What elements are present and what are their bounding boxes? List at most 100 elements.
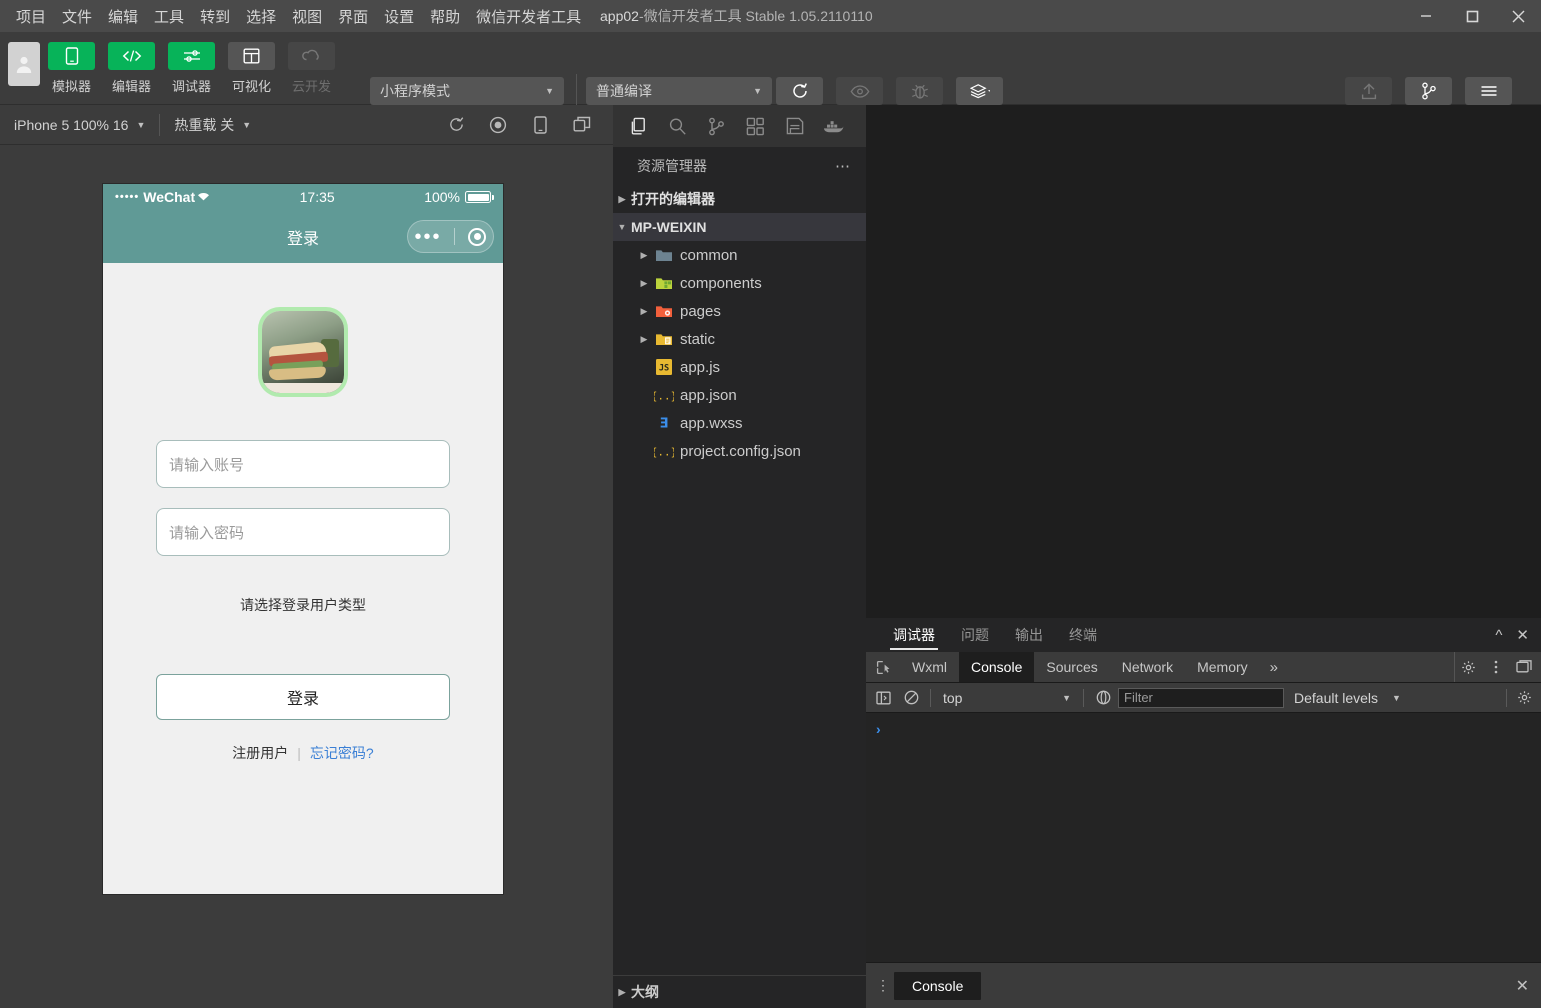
devtools-tab-network[interactable]: Network: [1110, 652, 1185, 682]
drawer-close-icon[interactable]: ✕: [1516, 976, 1541, 996]
tree-item-app-js[interactable]: JS app.js: [613, 353, 866, 381]
capsule-close-icon[interactable]: [468, 227, 487, 246]
toolbar-label-visualization: 可视化: [231, 79, 271, 94]
record-icon[interactable]: [477, 110, 519, 140]
devtools-tab-memory[interactable]: Memory: [1185, 652, 1260, 682]
tab-terminal[interactable]: 终端: [1056, 618, 1110, 652]
console-toolbar-right: [1502, 685, 1537, 711]
tab-debugger[interactable]: 调试器: [880, 618, 948, 652]
forgot-password-link[interactable]: 忘记密码?: [310, 743, 374, 763]
console-context-select[interactable]: top ▼: [937, 690, 1077, 706]
console-settings-gear-icon[interactable]: [1511, 685, 1537, 711]
minimize-button[interactable]: [1403, 0, 1449, 32]
account-input[interactable]: 请输入账号: [156, 440, 450, 488]
search-icon[interactable]: [662, 111, 693, 142]
open-editors-section[interactable]: ▶ 打开的编辑器: [613, 185, 866, 213]
avatar[interactable]: [8, 42, 40, 86]
menu-item-interface[interactable]: 界面: [330, 2, 376, 31]
toolbar-button-simulator[interactable]: 模拟器: [48, 42, 95, 95]
gear-icon[interactable]: [1455, 652, 1481, 683]
kebab-menu-icon[interactable]: [1483, 652, 1509, 683]
project-root-section[interactable]: ▼ MP-WEIXIN: [613, 213, 866, 241]
console-sidebar-toggle-icon[interactable]: [870, 685, 896, 711]
console-filter-input[interactable]: Filter: [1118, 687, 1284, 708]
drawer-kebab-icon[interactable]: ⋮: [872, 978, 894, 992]
eye-icon: [836, 77, 883, 105]
wechat-capsule[interactable]: •••: [407, 220, 494, 253]
password-input[interactable]: 请输入密码: [156, 508, 450, 556]
menu-item-goto[interactable]: 转到: [192, 2, 238, 31]
menu-item-view[interactable]: 视图: [284, 2, 330, 31]
tab-problems[interactable]: 问题: [948, 618, 1002, 652]
tree-item-project-config[interactable]: {..} project.config.json: [613, 437, 866, 465]
compile-mode-select[interactable]: 普通编译 ▼: [586, 77, 772, 105]
toolbar-button-editor[interactable]: 编辑器: [108, 42, 155, 95]
console-toolbar-divider: [1506, 688, 1507, 707]
menu-item-select[interactable]: 选择: [238, 2, 284, 31]
docker-icon[interactable]: [818, 111, 849, 142]
debugger-panel: 调试器 问题 输出 终端 ^ ✕ Wxml Console Sources Ne…: [866, 618, 1541, 1008]
hotreload-select[interactable]: 热重载 关 ▼: [160, 105, 265, 145]
tab-output[interactable]: 输出: [1002, 618, 1056, 652]
chevron-right-icon: ▶: [618, 986, 626, 997]
capsule-more-icon[interactable]: •••: [414, 227, 441, 247]
devtools-tab-sources[interactable]: Sources: [1034, 652, 1109, 682]
phone-icon[interactable]: [519, 110, 561, 140]
source-control-icon[interactable]: [701, 111, 732, 142]
tree-item-app-wxss[interactable]: Ǝ app.wxss: [613, 409, 866, 437]
devtools-tab-wxml[interactable]: Wxml: [900, 652, 959, 682]
menu-item-tools[interactable]: 工具: [146, 2, 192, 31]
console-context-value: top: [943, 689, 963, 706]
files-icon[interactable]: [623, 111, 654, 142]
console-filter-placeholder: Filter: [1124, 690, 1153, 705]
toolbar-button-visualization[interactable]: 可视化: [228, 42, 275, 95]
simulator-toolbar: iPhone 5 100% 16 ▼ 热重载 关 ▼: [0, 105, 613, 145]
menu-item-project[interactable]: 项目: [8, 2, 54, 31]
console-output[interactable]: ›: [866, 713, 1541, 962]
maximize-button[interactable]: [1449, 0, 1495, 32]
register-link[interactable]: 注册用户: [232, 743, 288, 763]
explorer-more-icon[interactable]: ⋯: [835, 157, 852, 175]
menu-item-help[interactable]: 帮助: [422, 2, 468, 31]
console-prompt-row[interactable]: ›: [866, 719, 1541, 739]
clear-console-icon[interactable]: [898, 685, 924, 711]
devtools-tab-console-label: Console: [971, 659, 1023, 675]
save-icon[interactable]: [779, 111, 810, 142]
tree-item-app-json[interactable]: {..} app.json: [613, 381, 866, 409]
menu-item-devtools[interactable]: 微信开发者工具: [468, 2, 589, 31]
device-select[interactable]: iPhone 5 100% 16 ▼: [0, 105, 159, 145]
close-button[interactable]: [1495, 0, 1541, 32]
console-levels-select[interactable]: Default levels ▼: [1286, 690, 1409, 706]
live-expression-icon[interactable]: [1090, 685, 1116, 711]
drawer-tab-console[interactable]: Console: [894, 971, 982, 1000]
devtools-tab-console[interactable]: Console: [959, 652, 1035, 682]
devtools-more-tabs[interactable]: »: [1260, 652, 1288, 682]
devtools-tab-sources-label: Sources: [1046, 659, 1098, 675]
toolbar-button-debugger[interactable]: 调试器: [168, 42, 215, 95]
console-drawer: ⋮ Console ✕: [866, 962, 1541, 1008]
toolbar-label-cloud: 云开发: [291, 79, 331, 94]
mode-select[interactable]: 小程序模式 ▼: [370, 77, 564, 105]
console-toolbar: top ▼ Filter Default levels ▼: [866, 683, 1541, 713]
menu-item-file[interactable]: 文件: [54, 2, 100, 31]
extensions-icon[interactable]: [740, 111, 771, 142]
tree-item-common[interactable]: ▶ common: [613, 241, 866, 269]
collapse-icon[interactable]: ^: [1495, 627, 1502, 644]
menu-item-edit[interactable]: 编辑: [100, 2, 146, 31]
close-icon[interactable]: ✕: [1516, 626, 1529, 644]
toolbar-label-editor: 编辑器: [111, 79, 151, 94]
tree-item-static[interactable]: ▶ static: [613, 325, 866, 353]
device-select-value: iPhone 5 100% 16: [14, 116, 129, 133]
tree-item-pages[interactable]: ▶ pages: [613, 297, 866, 325]
dock-side-icon[interactable]: [1511, 652, 1537, 683]
refresh-icon[interactable]: [435, 110, 477, 140]
outline-section[interactable]: ▶ 大纲: [613, 975, 866, 1008]
window-controls: [1403, 0, 1541, 32]
inspect-element-icon[interactable]: [866, 652, 900, 682]
cloud-icon: [288, 42, 335, 70]
windows-icon[interactable]: [561, 110, 603, 140]
login-button[interactable]: 登录: [156, 674, 450, 720]
tree-item-components[interactable]: ▶ components: [613, 269, 866, 297]
code-icon: [108, 42, 155, 70]
menu-item-settings[interactable]: 设置: [376, 2, 422, 31]
